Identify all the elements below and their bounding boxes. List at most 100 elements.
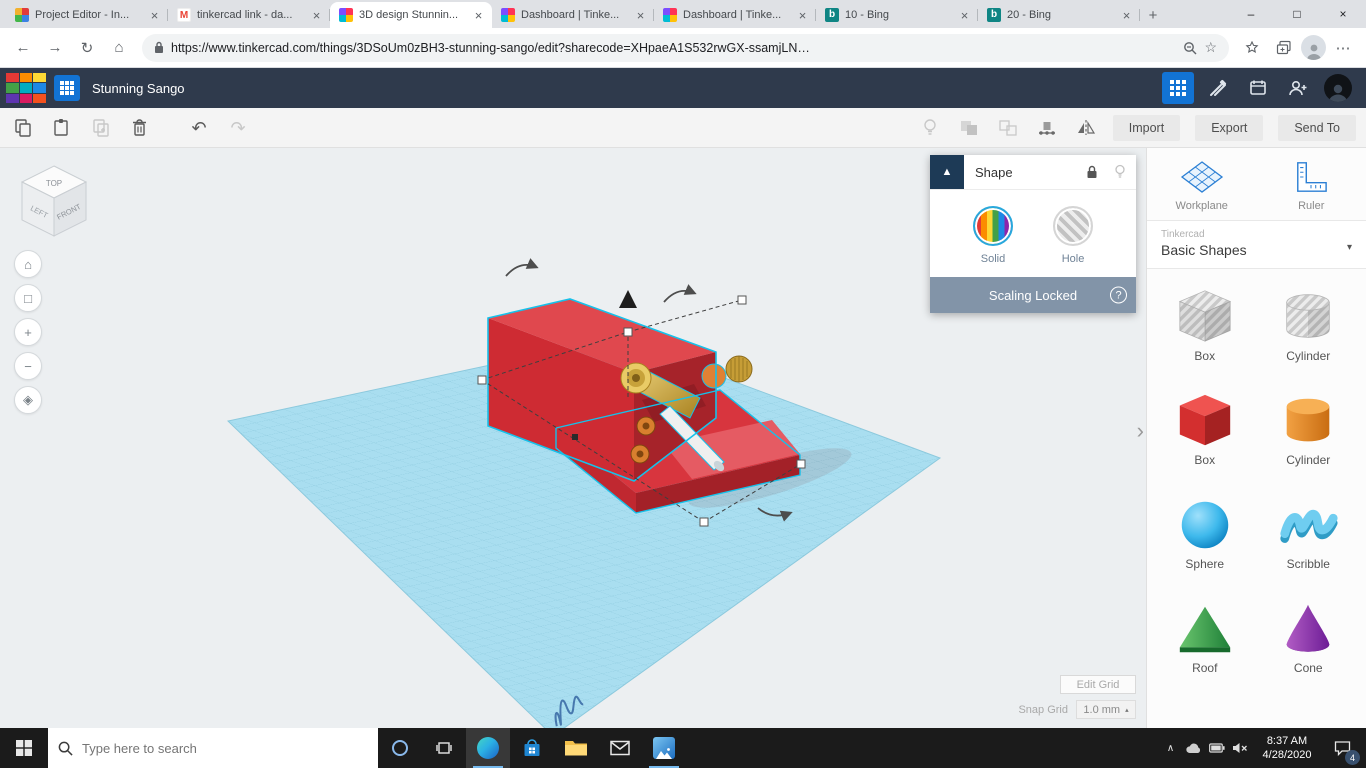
invite-person-icon[interactable] xyxy=(1282,72,1314,104)
edit-grid-button[interactable]: Edit Grid xyxy=(1060,675,1136,694)
tab-3d-design-active[interactable]: 3D design Stunnin... × xyxy=(330,2,492,28)
shape-roof[interactable]: Roof xyxy=(1174,597,1236,675)
shape-box-hole[interactable]: Box xyxy=(1174,285,1236,363)
snap-grid-select[interactable]: 1.0 mm ▴ xyxy=(1076,700,1136,719)
window-maximize-button[interactable]: □ xyxy=(1274,0,1320,28)
solid-option[interactable]: Solid xyxy=(973,206,1013,265)
window-close-button[interactable]: × xyxy=(1320,0,1366,28)
show-all-icon[interactable] xyxy=(918,116,942,140)
help-question-icon[interactable]: ? xyxy=(1110,286,1127,304)
scaling-locked-bar[interactable]: Scaling Locked ? xyxy=(930,277,1136,313)
mail-taskbar-button[interactable] xyxy=(598,728,642,768)
tab-dashboard-2[interactable]: Dashboard | Tinke... × xyxy=(654,2,816,28)
tinkercad-logo[interactable] xyxy=(6,73,46,103)
tab-close-icon[interactable]: × xyxy=(147,8,162,23)
volume-muted-icon[interactable] xyxy=(1228,728,1251,768)
tab-gmail[interactable]: M tinkercad link - da... × xyxy=(168,2,330,28)
window-minimize-button[interactable]: – xyxy=(1228,0,1274,28)
editor-grid-icon[interactable] xyxy=(54,75,80,101)
user-avatar[interactable] xyxy=(1324,74,1352,102)
store-taskbar-button[interactable] xyxy=(510,728,554,768)
hole-option[interactable]: Hole xyxy=(1053,206,1093,265)
battery-icon[interactable] xyxy=(1205,728,1228,768)
tab-close-icon[interactable]: × xyxy=(633,8,648,23)
collections-icon[interactable] xyxy=(1269,33,1299,63)
shape-library-select[interactable]: Tinkercad Basic Shapes ▾ xyxy=(1147,220,1366,269)
tab-project-editor[interactable]: Project Editor - In... × xyxy=(6,2,168,28)
bookmark-star-icon[interactable]: ☆ xyxy=(1204,39,1217,56)
file-explorer-taskbar-button[interactable] xyxy=(554,728,598,768)
shape-sphere[interactable]: Sphere xyxy=(1174,493,1236,571)
ruler-tool[interactable]: Ruler xyxy=(1257,160,1366,212)
import-button[interactable]: Import xyxy=(1112,114,1181,141)
align-icon[interactable] xyxy=(1035,116,1059,140)
tab-bing-10[interactable]: b 10 - Bing × xyxy=(816,2,978,28)
search-input[interactable] xyxy=(82,740,368,756)
mirror-icon[interactable] xyxy=(1074,116,1098,140)
design-name[interactable]: Stunning Sango xyxy=(92,81,185,96)
shape-cylinder-orange[interactable]: Cylinder xyxy=(1277,389,1339,467)
tab-bing-20[interactable]: b 20 - Bing × xyxy=(978,2,1140,28)
export-button[interactable]: Export xyxy=(1195,114,1264,141)
browser-menu-icon[interactable]: ⋯ xyxy=(1328,33,1358,63)
delete-icon[interactable] xyxy=(127,116,151,140)
edge-taskbar-button[interactable] xyxy=(466,728,510,768)
dashboard-grid-button[interactable] xyxy=(1162,72,1194,104)
zoom-icon[interactable] xyxy=(1183,41,1197,55)
solid-swatch[interactable] xyxy=(973,206,1013,246)
shape-box-red[interactable]: Box xyxy=(1174,389,1236,467)
fit-view-button[interactable]: □ xyxy=(14,284,42,312)
tab-close-icon[interactable]: × xyxy=(957,8,972,23)
tab-close-icon[interactable]: × xyxy=(471,8,486,23)
address-bar[interactable]: https://www.tinkercad.com/things/3DSoUm0… xyxy=(142,33,1229,62)
onedrive-cloud-icon[interactable] xyxy=(1182,728,1205,768)
browser-home-button[interactable]: ⌂ xyxy=(104,33,134,63)
tab-close-icon[interactable]: × xyxy=(309,8,324,23)
edge-icon xyxy=(477,737,499,759)
snap-grid-value: 1.0 mm xyxy=(1083,703,1121,716)
sidebar-collapse-icon[interactable]: › xyxy=(1137,420,1144,442)
panel-collapse-button[interactable]: ▲ xyxy=(930,155,964,189)
lock-icon[interactable] xyxy=(1080,165,1104,179)
view-cube[interactable]: TOP LEFT FRONT xyxy=(12,156,96,244)
redo-icon[interactable]: ↷ xyxy=(226,116,250,140)
shape-scribble[interactable]: Scribble xyxy=(1277,493,1339,571)
duplicate-icon[interactable] xyxy=(88,116,112,140)
photos-taskbar-button[interactable] xyxy=(642,728,686,768)
hide-bulb-icon[interactable] xyxy=(1108,164,1132,180)
zoom-in-button[interactable]: + xyxy=(14,318,42,346)
tab-close-icon[interactable]: × xyxy=(795,8,810,23)
perspective-toggle-button[interactable]: ◈ xyxy=(14,386,42,414)
move-up-handle[interactable] xyxy=(619,290,637,308)
shape-cylinder-hole[interactable]: Cylinder xyxy=(1277,285,1339,363)
cortana-button[interactable] xyxy=(378,728,422,768)
taskbar-clock[interactable]: 8:37 AM 4/28/2020 xyxy=(1251,734,1323,762)
tab-close-icon[interactable]: × xyxy=(1119,8,1134,23)
send-to-button[interactable]: Send To xyxy=(1278,114,1356,141)
hole-swatch[interactable] xyxy=(1053,206,1093,246)
tab-dashboard-1[interactable]: Dashboard | Tinke... × xyxy=(492,2,654,28)
favorites-icon[interactable] xyxy=(1237,33,1267,63)
shape-cone[interactable]: Cone xyxy=(1277,597,1339,675)
view-cube-top-label[interactable]: TOP xyxy=(46,179,62,188)
workplane-tool[interactable]: Workplane xyxy=(1147,160,1257,212)
home-view-button[interactable]: ⌂ xyxy=(14,250,42,278)
back-button[interactable]: ← xyxy=(8,33,38,63)
browser-profile-avatar[interactable] xyxy=(1301,35,1326,60)
gallery-icon[interactable] xyxy=(1242,72,1274,104)
new-tab-button[interactable]: + xyxy=(1140,2,1166,28)
copy-icon[interactable] xyxy=(10,116,34,140)
task-view-button[interactable] xyxy=(422,728,466,768)
forward-button[interactable]: → xyxy=(40,33,70,63)
undo-icon[interactable]: ↶ xyxy=(187,116,211,140)
start-button[interactable] xyxy=(0,728,48,768)
zoom-out-button[interactable]: − xyxy=(14,352,42,380)
tinker-tools-icon[interactable] xyxy=(1202,72,1234,104)
action-center-button[interactable]: 4 xyxy=(1323,728,1361,768)
ungroup-icon[interactable] xyxy=(996,116,1020,140)
taskbar-search[interactable] xyxy=(48,728,378,768)
tray-expand-icon[interactable]: ∧ xyxy=(1159,728,1182,768)
reload-button[interactable]: ↻ xyxy=(72,33,102,63)
group-icon[interactable] xyxy=(957,116,981,140)
paste-icon[interactable] xyxy=(49,116,73,140)
